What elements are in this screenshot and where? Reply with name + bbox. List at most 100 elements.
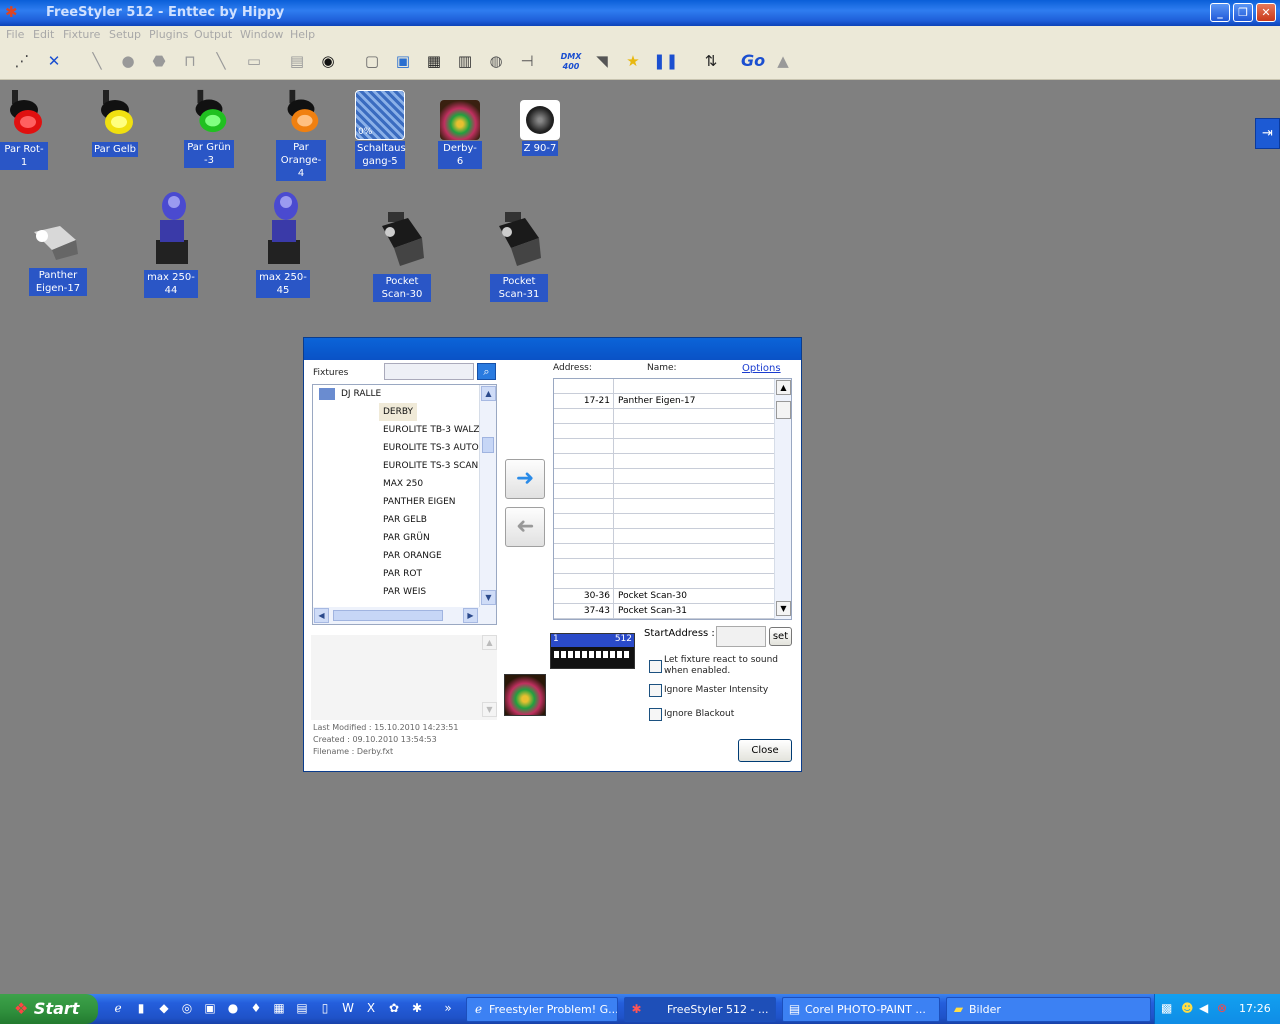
quicklaunch-icon[interactable]: ▣ <box>202 1000 218 1016</box>
quicklaunch-icon[interactable]: ▮ <box>133 1000 149 1016</box>
ignore-blackout-checkbox[interactable] <box>649 708 662 721</box>
task-corel-photo-paint[interactable]: ▤ Corel PHOTO-PAINT ... <box>782 997 940 1022</box>
maximize-button[interactable]: ❐ <box>1233 3 1253 22</box>
star-icon[interactable]: ★ <box>622 50 644 72</box>
fixture-par-gruen[interactable]: Par Grün -3 <box>183 88 235 168</box>
tree-item[interactable]: PAR ROT <box>383 565 422 583</box>
scroll-up-icon[interactable]: ▲ <box>776 380 791 395</box>
menu-edit[interactable]: Edit <box>33 28 54 41</box>
quicklaunch-icon[interactable]: ◆ <box>156 1000 172 1016</box>
menu-plugins[interactable]: Plugins <box>149 28 188 41</box>
excel-icon[interactable]: X <box>363 1000 379 1016</box>
tree-item[interactable]: PAR GRÜN <box>383 529 430 547</box>
go-button[interactable]: Go <box>738 50 768 72</box>
menu-output[interactable]: Output <box>194 28 232 41</box>
ie-icon[interactable]: ℯ <box>110 1000 126 1016</box>
warning-icon[interactable]: ▲ <box>772 50 794 72</box>
new-document-icon[interactable]: ▢ <box>361 50 383 72</box>
scroll-left-icon[interactable]: ◀ <box>314 608 329 623</box>
quicklaunch-icon[interactable]: ▦ <box>271 1000 287 1016</box>
menu-setup[interactable]: Setup <box>109 28 141 41</box>
freestyler-app-icon[interactable]: ✱ <box>5 4 21 20</box>
fader-icon[interactable]: ⇅ <box>700 50 722 72</box>
tree-root[interactable]: DJ RALLE <box>319 385 381 403</box>
scroll-thumb[interactable] <box>776 401 791 419</box>
sound-react-checkbox[interactable] <box>649 660 662 673</box>
tree-item[interactable]: EUROLITE TS-3 AUTO <box>383 439 479 457</box>
keyboard-icon[interactable]: ▦ <box>423 50 445 72</box>
security-icon[interactable]: ⊗ <box>1217 1001 1227 1015</box>
menu-file[interactable]: File <box>6 28 24 41</box>
fixture-schaltausgang[interactable]: 0% Schaltaus gang-5 <box>354 90 406 169</box>
tree-vertical-scrollbar[interactable]: ▲ ▼ <box>479 385 496 607</box>
freestyler-quicklaunch-icon[interactable]: ✱ <box>409 1000 425 1016</box>
address-list-scrollbar[interactable]: ▲ ▼ <box>774 379 791 619</box>
scroll-down-icon[interactable]: ▼ <box>776 601 791 616</box>
ignore-master-checkbox[interactable] <box>649 684 662 697</box>
fixture-derby[interactable]: Derby-6 <box>438 100 482 169</box>
tree-item[interactable]: PAR WEIS <box>383 583 426 601</box>
cross-arrows-icon[interactable]: ✕ <box>43 50 65 72</box>
task-freestyler-512[interactable]: ✱ FreeStyler 512 - ... <box>624 997 776 1022</box>
quicklaunch-icon[interactable]: ✿ <box>386 1000 402 1016</box>
tree-item[interactable]: MAX 250 <box>383 475 423 493</box>
dmx-output-icon[interactable]: DMX 400 <box>558 50 584 72</box>
scroll-thumb[interactable] <box>333 610 443 621</box>
tree-item[interactable]: EUROLITE TS-3 SCAN <box>383 457 478 475</box>
tree-item-selected[interactable]: DERBY <box>379 403 418 421</box>
fixture-pocket-scan-31[interactable]: Pocket Scan-31 <box>489 208 549 302</box>
pause-icon[interactable]: ❚❚ <box>653 50 678 72</box>
quicklaunch-icon[interactable]: ▯ <box>317 1000 333 1016</box>
stack-icon[interactable]: ▤ <box>286 50 308 72</box>
tree-item[interactable]: PANTHER EIGEN <box>383 493 456 511</box>
remove-fixture-button[interactable]: ➜ <box>505 507 545 547</box>
menu-fixture[interactable]: Fixture <box>63 28 100 41</box>
search-icon[interactable]: ⌕ <box>477 363 496 380</box>
scroll-up-icon[interactable]: ▲ <box>481 386 496 401</box>
fixture-pocket-scan-30[interactable]: Pocket Scan-30 <box>372 208 432 302</box>
start-button[interactable]: ❖ Start <box>0 994 98 1024</box>
set-button[interactable]: set <box>769 627 792 646</box>
word-icon[interactable]: W <box>340 1000 356 1016</box>
beam-icon[interactable]: ⊣ <box>516 50 538 72</box>
disc-icon[interactable]: ◉ <box>317 50 339 72</box>
fixture-z90[interactable]: Z 90-7 <box>518 100 562 156</box>
fixture-max250-45[interactable]: max 250-45 <box>255 190 311 298</box>
volume-icon[interactable]: ◀ <box>1199 1001 1208 1015</box>
dmx-universe-bar[interactable]: 1 512 <box>550 633 635 669</box>
address-row[interactable]: 37-43 Pocket Scan-31 <box>554 604 774 619</box>
minimize-button[interactable]: _ <box>1210 3 1230 22</box>
user-icon[interactable]: ☻ <box>1181 1001 1194 1015</box>
steps-icon[interactable]: ⋰ <box>11 50 33 72</box>
scroll-thumb[interactable] <box>482 437 494 453</box>
start-address-input[interactable] <box>716 626 766 647</box>
circle-tool-icon[interactable]: ● <box>117 50 139 72</box>
address-row[interactable]: 30-36 Pocket Scan-30 <box>554 589 774 604</box>
octagon-tool-icon[interactable]: ⬣ <box>148 50 170 72</box>
close-button[interactable]: ✕ <box>1256 3 1276 22</box>
scroll-down-icon[interactable]: ▼ <box>482 702 497 717</box>
fog-icon[interactable]: ◍ <box>485 50 507 72</box>
network-icon[interactable]: ▩ <box>1161 1001 1172 1015</box>
close-dialog-button[interactable]: Close <box>738 739 792 762</box>
line-tool-icon[interactable]: ╲ <box>86 50 108 72</box>
tree-item[interactable]: EUROLITE TB-3 WALZ <box>383 421 480 439</box>
panel-tool-icon[interactable]: ▭ <box>243 50 265 72</box>
fixture-max250-44[interactable]: max 250-44 <box>143 190 199 298</box>
quicklaunch-icon[interactable]: ● <box>225 1000 241 1016</box>
task-bilder[interactable]: ▰ Bilder <box>946 997 1151 1022</box>
side-panel-toggle-icon[interactable]: ⇥ <box>1255 118 1280 149</box>
fixture-panther[interactable]: Panther Eigen-17 <box>28 218 88 296</box>
task-freestyler-problem[interactable]: ℯ Freestyler Problem! G... <box>466 997 618 1022</box>
bridge-tool-icon[interactable]: ⊓ <box>179 50 201 72</box>
spotlight-icon[interactable]: ◥ <box>591 50 613 72</box>
patch-address-list[interactable]: 17-21 Panther Eigen-17 30-36 Pocket Scan-3… <box>553 378 792 620</box>
monitor-icon[interactable]: ▣ <box>392 50 414 72</box>
options-link[interactable]: Options <box>742 363 781 374</box>
tree-horizontal-scrollbar[interactable]: ◀ ▶ <box>313 607 496 624</box>
quicklaunch-overflow-icon[interactable]: » <box>440 1000 456 1016</box>
quicklaunch-icon[interactable]: ◎ <box>179 1000 195 1016</box>
tree-item[interactable]: PAR GELB <box>383 511 427 529</box>
tree-item[interactable]: PAR ORANGE <box>383 547 442 565</box>
menu-window[interactable]: Window <box>240 28 283 41</box>
